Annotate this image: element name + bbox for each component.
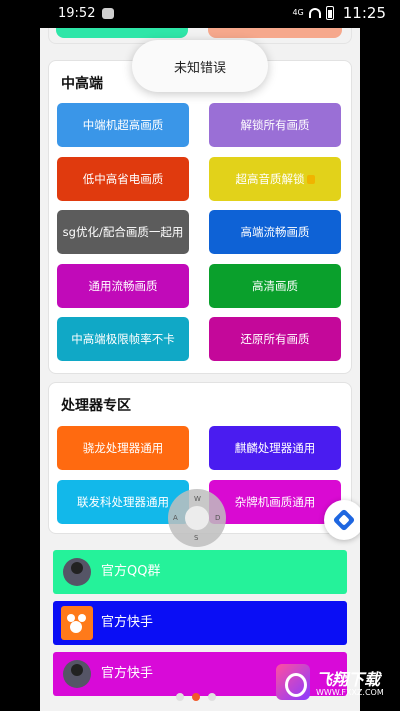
remnant-button-right[interactable] [208, 28, 342, 38]
mid-high-button-2[interactable]: 低中高省电画质 [57, 157, 189, 201]
link-qq-group[interactable]: 官方QQ群 [53, 550, 347, 594]
app-screen: 未知错误 中高端 中端机超高画质 解锁所有画质 低中高省电画质 超高音质解锁 s… [40, 28, 360, 711]
watermark-logo-icon [276, 664, 310, 700]
page-dot [176, 693, 184, 701]
mid-high-button-0[interactable]: 中端机超高画质 [57, 103, 189, 147]
signal-label: 4G [292, 8, 304, 17]
link-qq-group-label: 官方QQ群 [101, 564, 161, 579]
watermark-url: WWW.FXXZ.COM [316, 688, 384, 697]
cube-icon [332, 508, 356, 532]
battery-icon [325, 6, 334, 20]
page-dot-active [192, 693, 200, 701]
link-kuaishou-2-label: 官方快手 [101, 666, 154, 681]
watermark-name: 飞翔下载 [316, 670, 381, 689]
mid-high-button-8[interactable]: 中高端极限帧率不卡 [57, 317, 189, 361]
lock-icon [306, 174, 315, 184]
processor-button-3[interactable]: 杂牌机画质通用 [209, 480, 341, 524]
key-a-label: A [173, 514, 178, 522]
notification-icon [102, 8, 114, 19]
link-kuaishou-label: 官方快手 [101, 615, 154, 630]
mid-high-button-5[interactable]: 高端流畅画质 [209, 210, 341, 254]
wifi-icon [308, 8, 321, 18]
mid-high-button-7[interactable]: 高清画质 [209, 264, 341, 308]
page-indicator [176, 693, 216, 701]
joystick-knob[interactable] [185, 506, 209, 530]
floating-action-button[interactable] [324, 500, 360, 540]
key-d-label: D [215, 514, 221, 522]
mid-high-button-9[interactable]: 还原所有画质 [209, 317, 341, 361]
mid-high-button-6[interactable]: 通用流畅画质 [57, 264, 189, 308]
status-time-left: 19:52 [58, 6, 96, 21]
avatar-icon [63, 660, 91, 688]
mid-high-button-4[interactable]: sg优化/配合画质一起用 [57, 210, 189, 254]
joystick-overlay[interactable]: W A D S [168, 489, 226, 547]
key-s-label: S [194, 534, 199, 542]
status-bar: 19:52 4G 11:25 [0, 0, 400, 28]
toast-message: 未知错误 [132, 40, 268, 92]
key-w-label: W [194, 495, 201, 503]
watermark: 飞翔下载 WWW.FXXZ.COM [276, 664, 396, 704]
mid-high-button-1[interactable]: 解锁所有画质 [209, 103, 341, 147]
processor-button-0[interactable]: 骁龙处理器通用 [57, 426, 189, 470]
link-kuaishou[interactable]: 官方快手 [53, 601, 347, 645]
mid-high-title: 中高端 [61, 76, 103, 92]
processor-button-1[interactable]: 麒麟处理器通用 [209, 426, 341, 470]
remnant-button-left[interactable] [56, 28, 188, 38]
avatar-icon [63, 558, 91, 586]
mid-high-card: 中高端 中端机超高画质 解锁所有画质 低中高省电画质 超高音质解锁 sg优化/配… [48, 60, 352, 374]
status-time-right: 11:25 [342, 4, 386, 22]
kuaishou-icon [61, 606, 93, 640]
processor-title: 处理器专区 [61, 398, 131, 414]
mid-high-button-3[interactable]: 超高音质解锁 [209, 157, 341, 201]
page-dot [208, 693, 216, 701]
status-icons: 4G 11:25 [292, 4, 386, 22]
